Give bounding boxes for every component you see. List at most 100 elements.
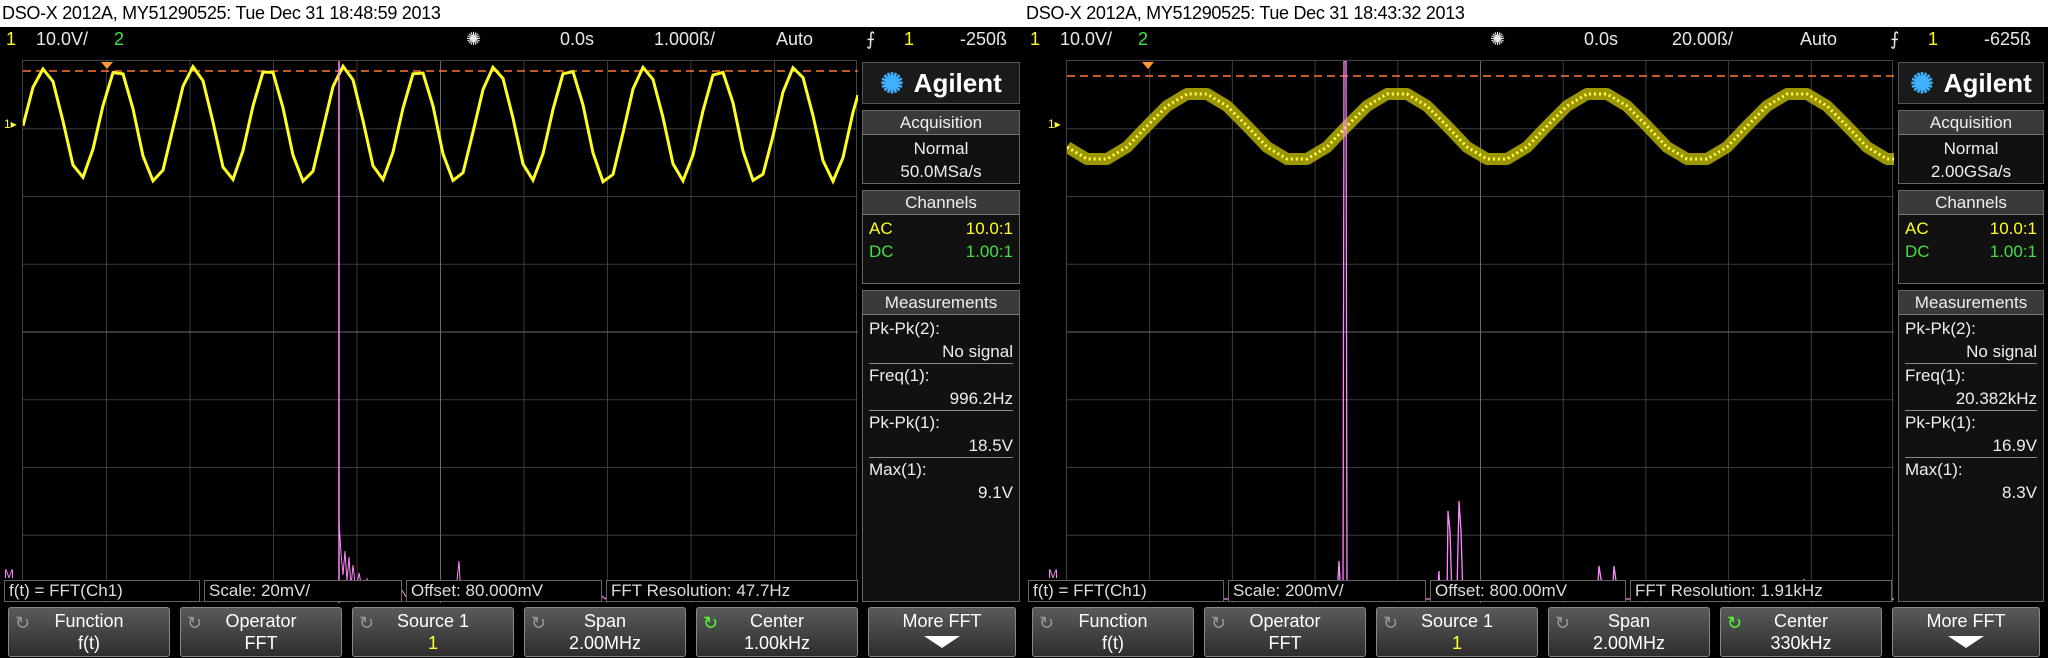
time-offset[interactable]: 0.0s [1584, 29, 1618, 50]
time-offset[interactable]: 0.0s [560, 29, 594, 50]
measurement-value: 8.3V [2002, 483, 2037, 502]
rotate-icon: ↻ [1555, 613, 1571, 633]
fft-scale-label: Scale: 20mV/ [204, 580, 402, 602]
run-status-icon: ✺ [1490, 29, 1506, 49]
ch2-probe: 1.00:1 [1989, 242, 2037, 261]
trigger-channel[interactable]: 1 [1928, 29, 1938, 50]
trigger-level[interactable]: -625ß [1984, 29, 2031, 50]
acquisition-panel[interactable]: Acquisition Normal 2.00GSa/s [1898, 110, 2044, 184]
channels-panel[interactable]: Channels AC 10.0:1 DC 1.00:1 [1898, 190, 2044, 284]
trigger-mode[interactable]: Auto [1800, 29, 1837, 50]
trigger-edge-icon: ⨍ [866, 29, 876, 49]
measurement-label: Freq(1): [1905, 366, 1966, 385]
softkey-function[interactable]: ↻ Function f(t) [1032, 607, 1194, 657]
channels-header: Channels [863, 191, 1019, 215]
fft-offset-label: Offset: 80.000mV [406, 580, 602, 602]
ch2-coupling: DC [869, 242, 894, 261]
math-marker[interactable]: M [4, 567, 14, 581]
trigger-channel[interactable]: 1 [904, 29, 914, 50]
ch2-coupling: DC [1905, 242, 1930, 261]
softkey-bar: ↻ Function f(t) ↻ Operator FFT ↻ Source 11 ↻ S… [0, 605, 1024, 658]
softkey-more-fft[interactable]: More FFT [1892, 607, 2040, 657]
softkey-source1[interactable]: ↻ Source 11 [1376, 607, 1538, 657]
channels-panel[interactable]: Channels AC 10.0:1 DC 1.00:1 [862, 190, 1020, 284]
rotate-icon: ↻ [359, 613, 375, 633]
ch2-number[interactable]: 2 [114, 29, 124, 50]
status-bar: 1 10.0V/ 2 ✺ 0.0s 20.00ß/ Auto ⨍ 1 -625ß [1024, 27, 2048, 55]
ch1-coupling: AC [1905, 219, 1929, 238]
measurement-value: 18.5V [869, 434, 1013, 458]
sidebar: ✺ Agilent Acquisition Normal 2.00GSa/s Ch… [1898, 62, 2044, 602]
acquisition-mode: Normal [913, 139, 969, 158]
ch1-probe: 10.0:1 [965, 219, 1013, 238]
ch1-ground-marker[interactable]: 1▸ [1048, 117, 1061, 131]
trigger-position-marker[interactable] [101, 62, 113, 69]
math-marker[interactable]: M [1048, 567, 1058, 581]
softkey-span[interactable]: ↻ Span 2.00MHz [524, 607, 686, 657]
softkey-operator[interactable]: ↻ Operator FFT [180, 607, 342, 657]
measurement-label: Pk-Pk(2): [869, 319, 940, 338]
rotate-icon: ↻ [1211, 613, 1227, 633]
fft-resolution-label: FFT Resolution: 1.91kHz [1630, 580, 1892, 602]
trigger-level[interactable]: -250ß [960, 29, 1007, 50]
measurements-header: Measurements [1899, 291, 2043, 315]
channels-header: Channels [1899, 191, 2043, 215]
graticule [1067, 61, 1894, 603]
softkey-operator[interactable]: ↻ Operator FFT [1204, 607, 1366, 657]
fft-resolution-label: FFT Resolution: 47.7Hz [606, 580, 858, 602]
measurements-panel[interactable]: Measurements Pk-Pk(2): No signal Freq(1)… [1898, 290, 2044, 602]
acquisition-panel[interactable]: Acquisition Normal 50.0MSa/s [862, 110, 1020, 184]
ch1-ground-marker[interactable]: 1▸ [4, 117, 17, 131]
waveform-grid[interactable] [22, 60, 858, 603]
agilent-spark-icon: ✺ [1910, 67, 1934, 99]
fft-function-label: f(t) = FFT(Ch1) [1028, 580, 1224, 602]
entry-knob-icon: ↻ [1727, 613, 1743, 633]
softkey-more-fft[interactable]: More FFT [868, 607, 1016, 657]
time-scale[interactable]: 1.000ß/ [654, 29, 715, 50]
rotate-icon: ↻ [15, 613, 31, 633]
ch1-number[interactable]: 1 [1030, 29, 1040, 50]
sidebar: ✺ Agilent Acquisition Normal 50.0MSa/s Ch… [862, 62, 1020, 602]
acquisition-header: Acquisition [863, 111, 1019, 135]
softkey-source1[interactable]: ↻ Source 11 [352, 607, 514, 657]
trigger-position-marker[interactable] [1142, 62, 1154, 69]
entry-knob-icon: ↻ [703, 613, 719, 633]
oscilloscope-display: 1 10.0V/ 2 ✺ 0.0s 20.00ß/ Auto ⨍ 1 -625ß [1024, 27, 2048, 658]
measurement-value: 9.1V [978, 483, 1013, 502]
run-status-icon: ✺ [466, 29, 482, 49]
sample-rate: 50.0MSa/s [900, 162, 982, 181]
measurement-value: No signal [869, 340, 1013, 364]
measurement-value: 16.9V [1905, 434, 2037, 458]
softkey-center[interactable]: ↻ Center 1.00kHz [696, 607, 858, 657]
waveform-canvas [1067, 61, 1894, 603]
trigger-mode[interactable]: Auto [776, 29, 813, 50]
ch1-number[interactable]: 1 [6, 29, 16, 50]
screenshot-title: DSO-X 2012A, MY51290525: Tue Dec 31 18:4… [2, 3, 441, 23]
softkey-bar: ↻ Function f(t) ↻ Operator FFT ↻ Source 11 ↻ S… [1024, 605, 2048, 658]
waveform-grid[interactable] [1066, 60, 1894, 603]
ch1-coupling: AC [869, 219, 893, 238]
measurement-label: Pk-Pk(1): [869, 413, 940, 432]
measurement-value: 996.2Hz [869, 387, 1013, 411]
agilent-logo: ✺ Agilent [862, 62, 1020, 104]
sample-rate: 2.00GSa/s [1930, 162, 2012, 181]
measurement-label: Pk-Pk(2): [1905, 319, 1976, 338]
ch1-scale[interactable]: 10.0V/ [36, 29, 88, 50]
measurement-value: 20.382kHz [1905, 387, 2037, 411]
measurement-label: Max(1): [1905, 460, 1963, 479]
softkey-center[interactable]: ↻ Center 330kHz [1720, 607, 1882, 657]
ch2-number[interactable]: 2 [1138, 29, 1148, 50]
measurements-header: Measurements [863, 291, 1019, 315]
time-scale[interactable]: 20.00ß/ [1672, 29, 1733, 50]
acquisition-mode: Normal [1943, 139, 1999, 158]
softkey-function[interactable]: ↻ Function f(t) [8, 607, 170, 657]
down-arrow-icon [1948, 636, 1984, 648]
rotate-icon: ↻ [187, 613, 203, 633]
ch1-scale[interactable]: 10.0V/ [1060, 29, 1112, 50]
scope-screenshot-2: DSO-X 2012A, MY51290525: Tue Dec 31 18:4… [1024, 0, 2048, 658]
softkey-span[interactable]: ↻ Span 2.00MHz [1548, 607, 1710, 657]
measurements-panel[interactable]: Measurements Pk-Pk(2): No signal Freq(1)… [862, 290, 1020, 602]
fft-offset-label: Offset: 800.00mV [1430, 580, 1626, 602]
ch2-probe: 1.00:1 [965, 242, 1013, 261]
rotate-icon: ↻ [1383, 613, 1399, 633]
